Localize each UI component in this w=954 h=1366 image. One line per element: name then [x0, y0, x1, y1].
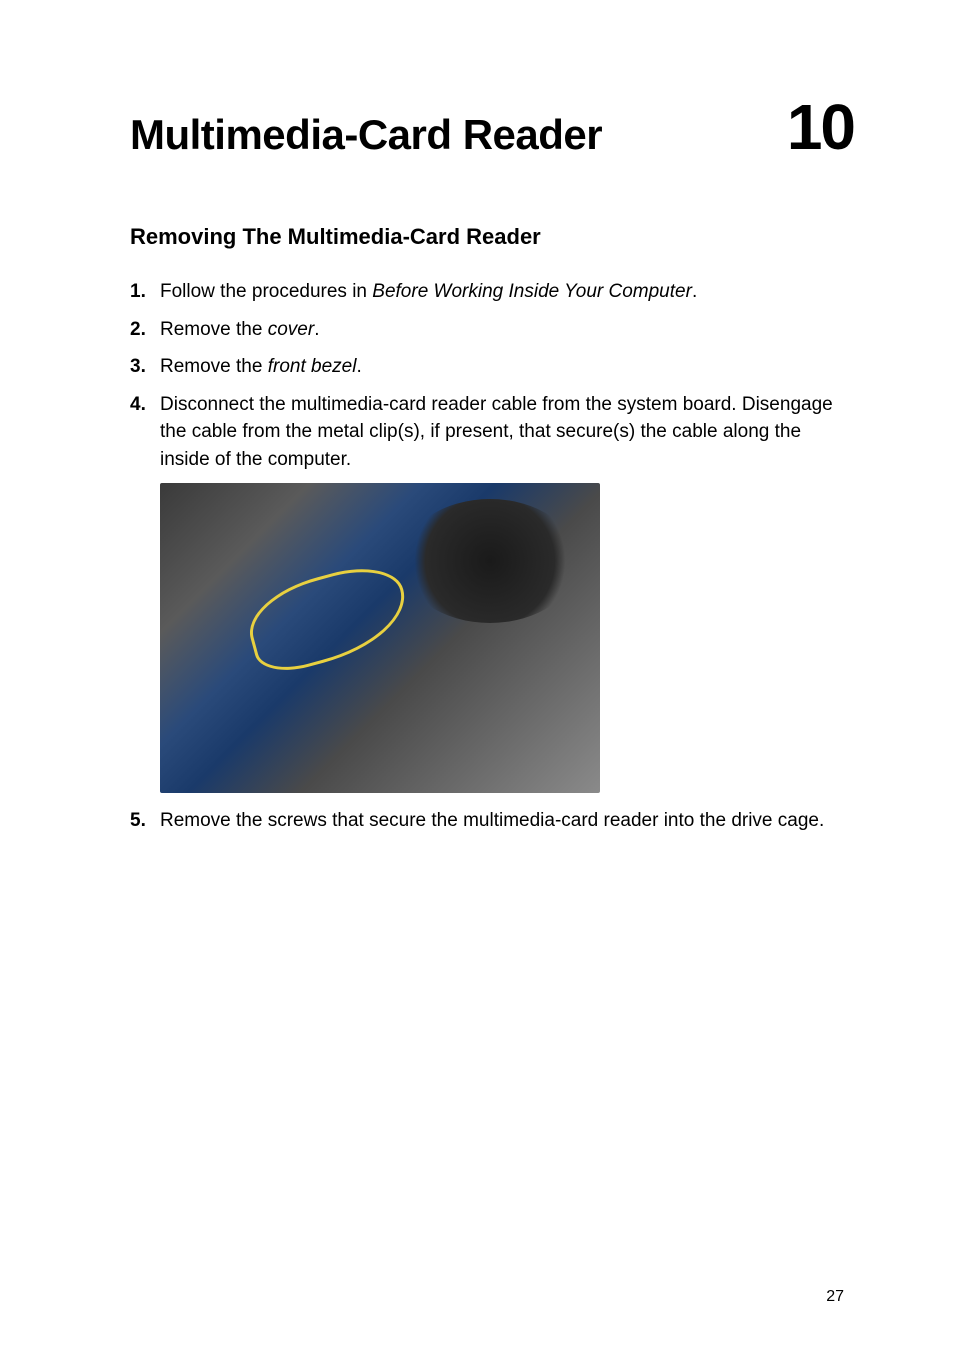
step-5: 5. Remove the screws that secure the mul…: [130, 807, 854, 835]
step-link[interactable]: cover: [268, 319, 314, 340]
steps-list: 1. Follow the procedures in Before Worki…: [130, 278, 854, 473]
step-text: Disconnect the multimedia-card reader ca…: [160, 391, 854, 474]
page-content: Multimedia-Card Reader 10 Removing The M…: [0, 0, 954, 835]
step-number: 1.: [130, 278, 160, 306]
chapter-number: 10: [787, 90, 854, 164]
step-4: 4. Disconnect the multimedia-card reader…: [130, 391, 854, 474]
chapter-header: Multimedia-Card Reader 10: [130, 90, 854, 164]
step-text: Follow the procedures in Before Working …: [160, 278, 854, 306]
page-number: 27: [826, 1288, 844, 1306]
step-prefix: Remove the: [160, 356, 268, 377]
step-suffix: .: [692, 281, 697, 302]
step-text: Remove the front bezel.: [160, 353, 854, 381]
step-link[interactable]: front bezel: [268, 356, 357, 377]
computer-internals-image: [160, 483, 600, 793]
step-3: 3. Remove the front bezel.: [130, 353, 854, 381]
step-1: 1. Follow the procedures in Before Worki…: [130, 278, 854, 306]
step-suffix: .: [356, 356, 361, 377]
step-number: 5.: [130, 807, 160, 835]
step-prefix: Remove the: [160, 319, 268, 340]
step-text: Remove the screws that secure the multim…: [160, 807, 854, 835]
step-2: 2. Remove the cover.: [130, 316, 854, 344]
step-number: 4.: [130, 391, 160, 474]
step-text: Remove the cover.: [160, 316, 854, 344]
steps-list-continued: 5. Remove the screws that secure the mul…: [130, 807, 854, 835]
chapter-title: Multimedia-Card Reader: [130, 111, 602, 159]
section-title: Removing The Multimedia-Card Reader: [130, 224, 854, 250]
step-prefix: Follow the procedures in: [160, 281, 372, 302]
step-link[interactable]: Before Working Inside Your Computer: [372, 281, 692, 302]
step-suffix: .: [314, 319, 319, 340]
step-number: 2.: [130, 316, 160, 344]
step-number: 3.: [130, 353, 160, 381]
